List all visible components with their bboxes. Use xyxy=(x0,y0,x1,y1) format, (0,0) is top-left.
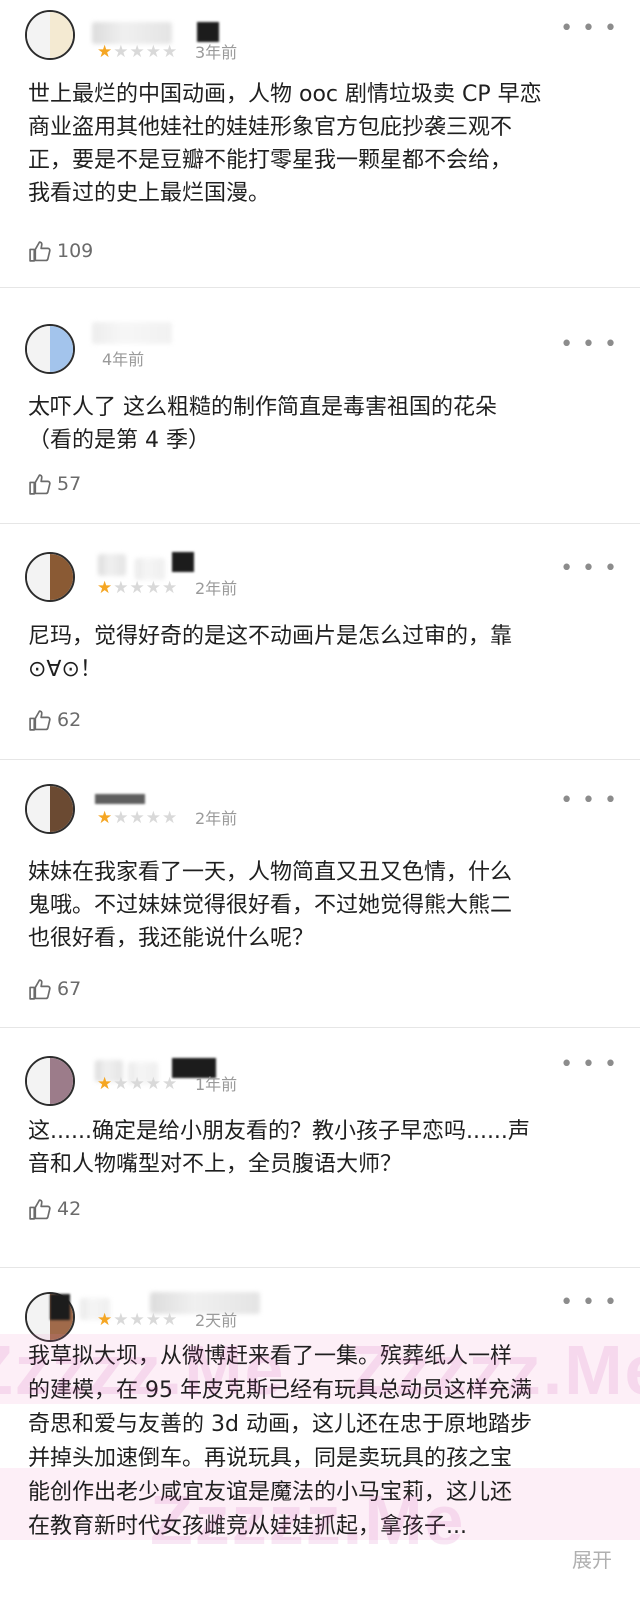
username-blurred xyxy=(135,558,165,580)
username-blurred[interactable] xyxy=(92,22,172,44)
star-rating: ★★★★★ xyxy=(97,1310,178,1330)
avatar[interactable] xyxy=(25,324,75,374)
like-button[interactable]: 57 xyxy=(28,471,81,497)
star-icon: ★ xyxy=(97,808,114,828)
star-icon: ★ xyxy=(97,1074,114,1094)
review-time: 3年前 xyxy=(195,43,238,62)
review-text: 我草拟大坝，从微博赶来看了一集。殡葬纸人一样 的建模，在 95 年皮克斯已经有玩… xyxy=(28,1344,532,1539)
thumbs-up-icon xyxy=(29,1198,51,1220)
review-time: 2年前 xyxy=(195,579,238,598)
username-blurred xyxy=(95,794,145,804)
star-icon: ★★★★ xyxy=(113,808,179,828)
review-card: ★★★★★ 1年前 • • • 这......确定是给小朋友看的？教小孩子早恋吗… xyxy=(0,1028,640,1268)
thumbs-up-icon xyxy=(29,240,51,262)
more-dots-icon[interactable]: • • • xyxy=(560,558,618,580)
review-time: 4年前 xyxy=(102,350,145,369)
star-rating: ★★★★★ xyxy=(97,1074,178,1094)
review-card: 4年前 • • • 太吓人了 这么粗糙的制作简直是毒害祖国的花朵 （看的是第 4… xyxy=(0,288,640,524)
more-dots-icon[interactable]: • • • xyxy=(560,334,618,356)
more-dots-icon[interactable]: • • • xyxy=(560,18,618,40)
like-button[interactable]: 62 xyxy=(28,707,81,733)
star-rating: ★★★★★ xyxy=(97,578,178,598)
star-icon: ★★★★ xyxy=(113,42,179,62)
star-icon: ★★★★ xyxy=(113,578,179,598)
review-text: 尼玛，觉得好奇的是这不动画片是怎么过审的，靠 ⊙∀⊙！ xyxy=(28,624,513,682)
review-text: 太吓人了 这么粗糙的制作简直是毒害祖国的花朵 （看的是第 4 季） xyxy=(28,395,497,453)
star-icon: ★★★★ xyxy=(113,1310,179,1330)
more-dots-icon[interactable]: • • • xyxy=(560,1292,618,1314)
review-card: ★★★★★ 2年前 • • • 妹妹在我家看了一天，人物简直又丑又色情，什么 鬼… xyxy=(0,760,640,1028)
review-time: 1年前 xyxy=(195,1075,238,1094)
review-card: ★★★★★ 2天前 • • • 我草拟大坝，从微博赶来看了一集。殡葬纸人一样 的… xyxy=(0,1268,640,1602)
star-icon: ★ xyxy=(97,42,114,62)
star-rating: ★★★★★ xyxy=(97,42,178,62)
review-time: 2年前 xyxy=(195,809,238,828)
avatar[interactable] xyxy=(25,10,75,60)
review-text: 妹妹在我家看了一天，人物简直又丑又色情，什么 鬼哦。不过妹妹觉得很好看，不过她觉… xyxy=(28,860,513,951)
like-count: 109 xyxy=(57,240,94,262)
star-icon: ★ xyxy=(97,578,114,598)
review-card: ★★★★★ 2年前 • • • 尼玛，觉得好奇的是这不动画片是怎么过审的，靠 ⊙… xyxy=(0,524,640,760)
thumbs-up-icon xyxy=(29,473,51,495)
star-icon: ★★★★ xyxy=(113,1074,179,1094)
avatar[interactable] xyxy=(25,784,75,834)
review-time: 2天前 xyxy=(195,1311,238,1330)
more-dots-icon[interactable]: • • • xyxy=(560,1054,618,1076)
like-button[interactable]: 67 xyxy=(28,976,81,1002)
thumbs-up-icon xyxy=(29,978,51,1000)
avatar[interactable] xyxy=(25,1056,75,1106)
like-count: 67 xyxy=(57,978,82,1000)
like-count: 62 xyxy=(57,709,82,731)
thumbs-up-icon xyxy=(29,709,51,731)
like-button[interactable]: 109 xyxy=(28,238,93,264)
username-blurred xyxy=(172,552,194,572)
star-rating: ★★★★★ xyxy=(97,808,178,828)
review-text: 世上最烂的中国动画，人物 ooc 剧情垃圾卖 CP 早恋 商业盗用其他娃社的娃娃… xyxy=(28,82,542,206)
expand-link[interactable]: 展开 xyxy=(572,1544,612,1573)
like-count: 57 xyxy=(57,473,82,495)
username-blurred xyxy=(50,1294,70,1320)
username-blurred[interactable] xyxy=(98,554,126,576)
review-text: 这......确定是给小朋友看的？教小孩子早恋吗......声 音和人物嘴型对不… xyxy=(28,1119,530,1177)
like-count: 42 xyxy=(57,1198,82,1220)
star-icon: ★ xyxy=(97,1310,114,1330)
review-card: ★★★★★ 3年前 • • • 世上最烂的中国动画，人物 ooc 剧情垃圾卖 C… xyxy=(0,0,640,288)
username-blurred xyxy=(197,22,219,42)
avatar[interactable] xyxy=(25,552,75,602)
username-blurred[interactable] xyxy=(92,322,172,344)
like-button[interactable]: 42 xyxy=(28,1196,81,1222)
more-dots-icon[interactable]: • • • xyxy=(560,790,618,812)
